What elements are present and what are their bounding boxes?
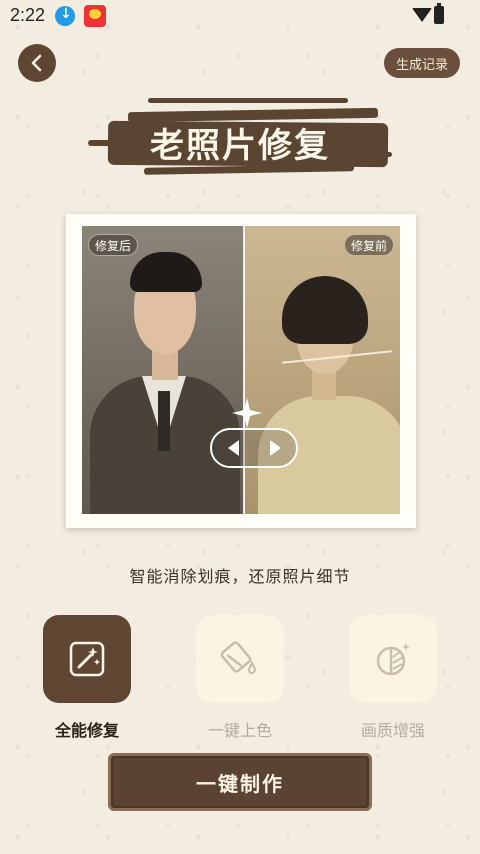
figure-shape bbox=[158, 391, 170, 451]
comparison-slider-handle[interactable] bbox=[210, 428, 298, 468]
feature-label: 一键上色 bbox=[207, 721, 272, 740]
battery-icon bbox=[434, 3, 444, 24]
brush-stroke bbox=[148, 98, 348, 103]
title-banner: 老照片修复 bbox=[88, 96, 392, 182]
feature-enhance[interactable]: 画质增强 bbox=[349, 615, 437, 741]
figure-shape bbox=[130, 252, 202, 292]
after-tag: 修复后 bbox=[88, 234, 139, 256]
comparison-divider[interactable] bbox=[243, 226, 245, 514]
sparkle-icon bbox=[232, 398, 262, 428]
paint-bucket-icon bbox=[220, 641, 256, 675]
feature-label: 全能修复 bbox=[54, 721, 119, 740]
make-button[interactable]: 一键制作 bbox=[108, 753, 372, 811]
arrow-right-icon bbox=[269, 440, 281, 456]
contrast-enhance-icon bbox=[376, 643, 410, 676]
feature-tile[interactable] bbox=[196, 615, 284, 703]
wifi-icon bbox=[412, 8, 432, 22]
back-button[interactable] bbox=[18, 44, 56, 82]
status-bar: 2:22 bbox=[0, 0, 480, 32]
feature-full-restore[interactable]: 全能修复 bbox=[43, 615, 131, 741]
app-notification-icon bbox=[84, 5, 106, 27]
status-time: 2:22 bbox=[10, 5, 46, 25]
restored-photo bbox=[82, 226, 244, 514]
feature-description: 智能消除划痕，还原照片细节 bbox=[129, 567, 351, 586]
feature-label: 画质增强 bbox=[360, 721, 425, 740]
feature-tile[interactable] bbox=[43, 615, 131, 703]
arrow-left-icon bbox=[227, 440, 239, 456]
photo-frame: 修复后 修复前 bbox=[66, 214, 416, 528]
before-tag: 修复前 bbox=[343, 234, 394, 256]
page-title: 老照片修复 bbox=[150, 126, 330, 166]
chevron-left-icon bbox=[31, 54, 42, 72]
comparison-preview[interactable]: 修复后 修复前 bbox=[82, 226, 400, 514]
history-button[interactable]: 生成记录 bbox=[384, 48, 460, 78]
magic-restore-icon bbox=[69, 641, 105, 677]
feature-colorize[interactable]: 一键上色 bbox=[196, 615, 284, 741]
feature-tile[interactable] bbox=[349, 615, 437, 703]
download-notification-icon bbox=[55, 6, 75, 26]
